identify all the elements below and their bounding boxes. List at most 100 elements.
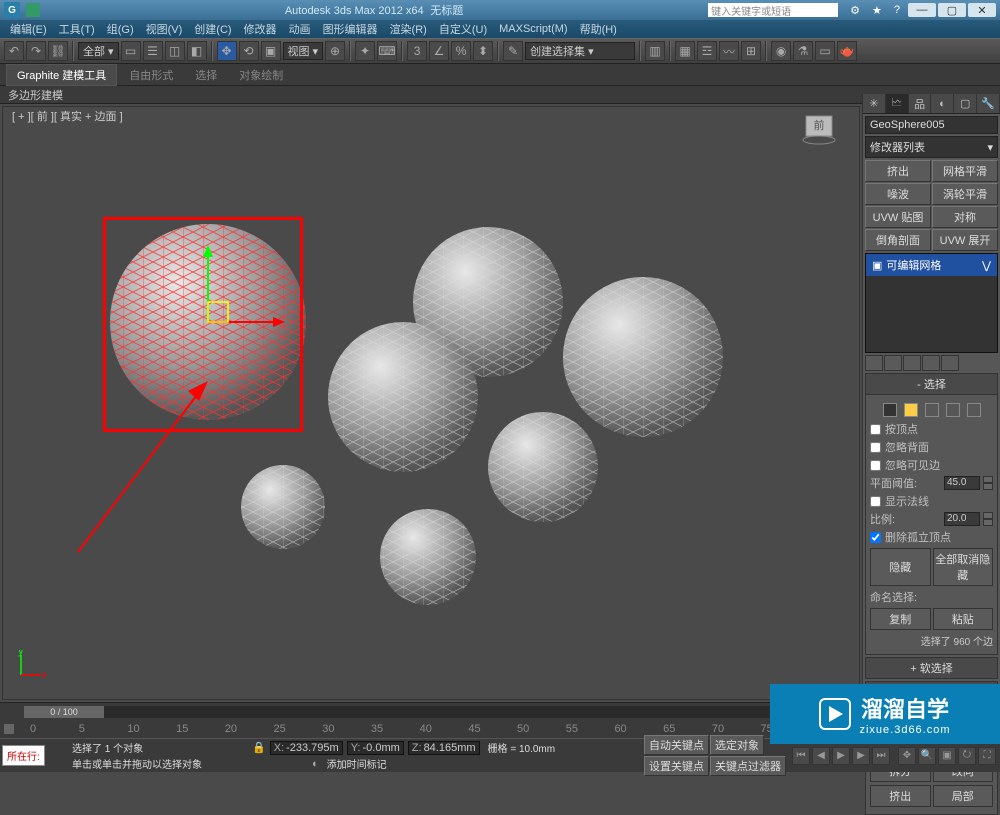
- viewport-front[interactable]: [2, 106, 860, 700]
- rollout-selection-header[interactable]: - 选择: [865, 373, 998, 395]
- max-viewport-button[interactable]: ⛶: [978, 747, 996, 765]
- menu-edit[interactable]: 编辑(E): [4, 21, 53, 37]
- spinner-snap-button[interactable]: ⬍: [473, 41, 493, 61]
- subobj-polygon[interactable]: [946, 403, 960, 417]
- redo-button[interactable]: ↷: [26, 41, 46, 61]
- geosphere-7[interactable]: [380, 509, 476, 605]
- sel-lock-button[interactable]: 选定对象: [710, 735, 764, 755]
- schematic-button[interactable]: ⊞: [741, 41, 761, 61]
- viewcube[interactable]: 前: [800, 110, 840, 145]
- modifier-list-dropdown[interactable]: 修改器列表▾: [865, 136, 998, 158]
- add-time-tag[interactable]: 添加时间标记: [323, 756, 391, 771]
- polygon-modeling-bar[interactable]: 多边形建模: [0, 86, 1000, 104]
- prev-frame-button[interactable]: ◀: [812, 747, 830, 765]
- infocenter-icon[interactable]: ⚙: [850, 4, 860, 17]
- show-end-result-button[interactable]: [884, 355, 902, 371]
- btn-bevel-profile[interactable]: 倒角剖面: [865, 229, 931, 251]
- select-button[interactable]: ▭: [121, 41, 141, 61]
- coord-x[interactable]: X:-233.795m: [270, 741, 343, 755]
- zoom-button[interactable]: 🔍: [918, 747, 936, 765]
- object-name-field[interactable]: GeoSphere005: [865, 116, 998, 134]
- btn-hide[interactable]: 隐藏: [870, 548, 931, 586]
- goto-start-button[interactable]: ⏮: [792, 747, 810, 765]
- selection-filter-dropdown[interactable]: 全部▾: [78, 42, 119, 60]
- stack-editable-mesh[interactable]: ▣可编辑网格⋁: [866, 254, 997, 276]
- make-unique-button[interactable]: [903, 355, 921, 371]
- goto-end-button[interactable]: ⏭: [872, 747, 890, 765]
- close-button[interactable]: ✕: [968, 3, 996, 17]
- tab-modify[interactable]: 🗠: [886, 94, 909, 113]
- auto-key-button[interactable]: 自动关键点: [644, 735, 709, 755]
- menu-help[interactable]: 帮助(H): [574, 21, 623, 37]
- tab-motion[interactable]: ◐: [931, 94, 954, 113]
- window-crossing-button[interactable]: ◧: [187, 41, 207, 61]
- subobj-edge[interactable]: [904, 403, 918, 417]
- menu-tools[interactable]: 工具(T): [53, 21, 101, 37]
- configure-sets-button[interactable]: [941, 355, 959, 371]
- angle-snap-button[interactable]: ∠: [429, 41, 449, 61]
- tab-display[interactable]: ▢: [954, 94, 977, 113]
- scale-button[interactable]: ▣: [261, 41, 281, 61]
- menu-rendering[interactable]: 渲染(R): [384, 21, 433, 37]
- graphite-tab-paint[interactable]: 对象绘制: [229, 65, 293, 85]
- subobj-element[interactable]: [967, 403, 981, 417]
- isolate-icon[interactable]: ◐: [312, 758, 319, 770]
- minimize-button[interactable]: —: [908, 3, 936, 17]
- undo-button[interactable]: ↶: [4, 41, 24, 61]
- edit-named-sel-button[interactable]: ✎: [503, 41, 523, 61]
- rollout-softsel-header[interactable]: + 软选择: [865, 657, 998, 679]
- menu-create[interactable]: 创建(C): [188, 21, 237, 37]
- app-icon[interactable]: G: [4, 2, 20, 18]
- maximize-button[interactable]: ▢: [938, 3, 966, 17]
- menu-graph-editors[interactable]: 图形编辑器: [317, 21, 384, 37]
- tab-hierarchy[interactable]: 品: [909, 94, 932, 113]
- geosphere-5[interactable]: [488, 412, 598, 522]
- graphite-tab-freeform[interactable]: 自由形式: [119, 65, 183, 85]
- chk-delete-iso[interactable]: [870, 532, 881, 543]
- time-track[interactable]: 0 / 100: [24, 706, 858, 718]
- btn-uvwmap[interactable]: UVW 贴图: [865, 206, 931, 228]
- geosphere-4[interactable]: [328, 322, 478, 472]
- menu-views[interactable]: 视图(V): [140, 21, 189, 37]
- geosphere-3[interactable]: [563, 277, 723, 437]
- subobj-face[interactable]: [925, 403, 939, 417]
- btn-extrude[interactable]: 挤出: [865, 160, 931, 182]
- geosphere-selected[interactable]: [110, 224, 306, 420]
- geosphere-6[interactable]: [241, 465, 325, 549]
- btn-extrude2[interactable]: 挤出: [870, 785, 931, 807]
- menu-maxscript[interactable]: MAXScript(M): [493, 23, 573, 35]
- btn-meshsmooth[interactable]: 网格平滑: [932, 160, 998, 182]
- set-key-button[interactable]: 设置关键点: [644, 756, 709, 776]
- lock-icon[interactable]: 🔒: [252, 741, 266, 754]
- modifier-stack[interactable]: ▣可编辑网格⋁: [865, 253, 998, 353]
- layers-button[interactable]: ☲: [697, 41, 717, 61]
- btn-copy[interactable]: 复制: [870, 608, 931, 630]
- viewport-area[interactable]: [0, 104, 862, 702]
- render-button[interactable]: 🫖: [837, 41, 857, 61]
- btn-symmetry[interactable]: 对称: [932, 206, 998, 228]
- coord-z[interactable]: Z:84.165mm: [408, 741, 480, 755]
- render-frame-button[interactable]: ▭: [815, 41, 835, 61]
- menu-group[interactable]: 组(G): [101, 21, 140, 37]
- viewport-label[interactable]: [ + ][ 前 ][ 真实 + 边面 ]: [12, 108, 123, 124]
- time-slider[interactable]: 0 / 100: [0, 702, 862, 720]
- pin-stack-button[interactable]: [865, 355, 883, 371]
- link-button[interactable]: ⛓: [48, 41, 68, 61]
- coord-y[interactable]: Y:-0.0mm: [347, 741, 404, 755]
- pan-view-button[interactable]: ✥: [898, 747, 916, 765]
- btn-turbosmooth[interactable]: 涡轮平滑: [932, 183, 998, 205]
- align-button[interactable]: ▦: [675, 41, 695, 61]
- qat-btn[interactable]: [26, 3, 40, 17]
- btn-uvw-unwrap[interactable]: UVW 展开: [932, 229, 998, 251]
- ref-coord-dropdown[interactable]: 视图▾: [283, 42, 324, 60]
- material-editor-button[interactable]: ◉: [771, 41, 791, 61]
- move-button[interactable]: ✥: [217, 41, 237, 61]
- chk-ignore-backface[interactable]: [870, 442, 881, 453]
- select-name-button[interactable]: ☰: [143, 41, 163, 61]
- menu-customize[interactable]: 自定义(U): [433, 21, 493, 37]
- btn-unhide-all[interactable]: 全部取消隐藏: [933, 548, 994, 586]
- pivot-button[interactable]: ⊕: [325, 41, 345, 61]
- orbit-button[interactable]: ⭮: [958, 747, 976, 765]
- btn-paste[interactable]: 粘贴: [933, 608, 994, 630]
- time-knob[interactable]: 0 / 100: [24, 706, 104, 718]
